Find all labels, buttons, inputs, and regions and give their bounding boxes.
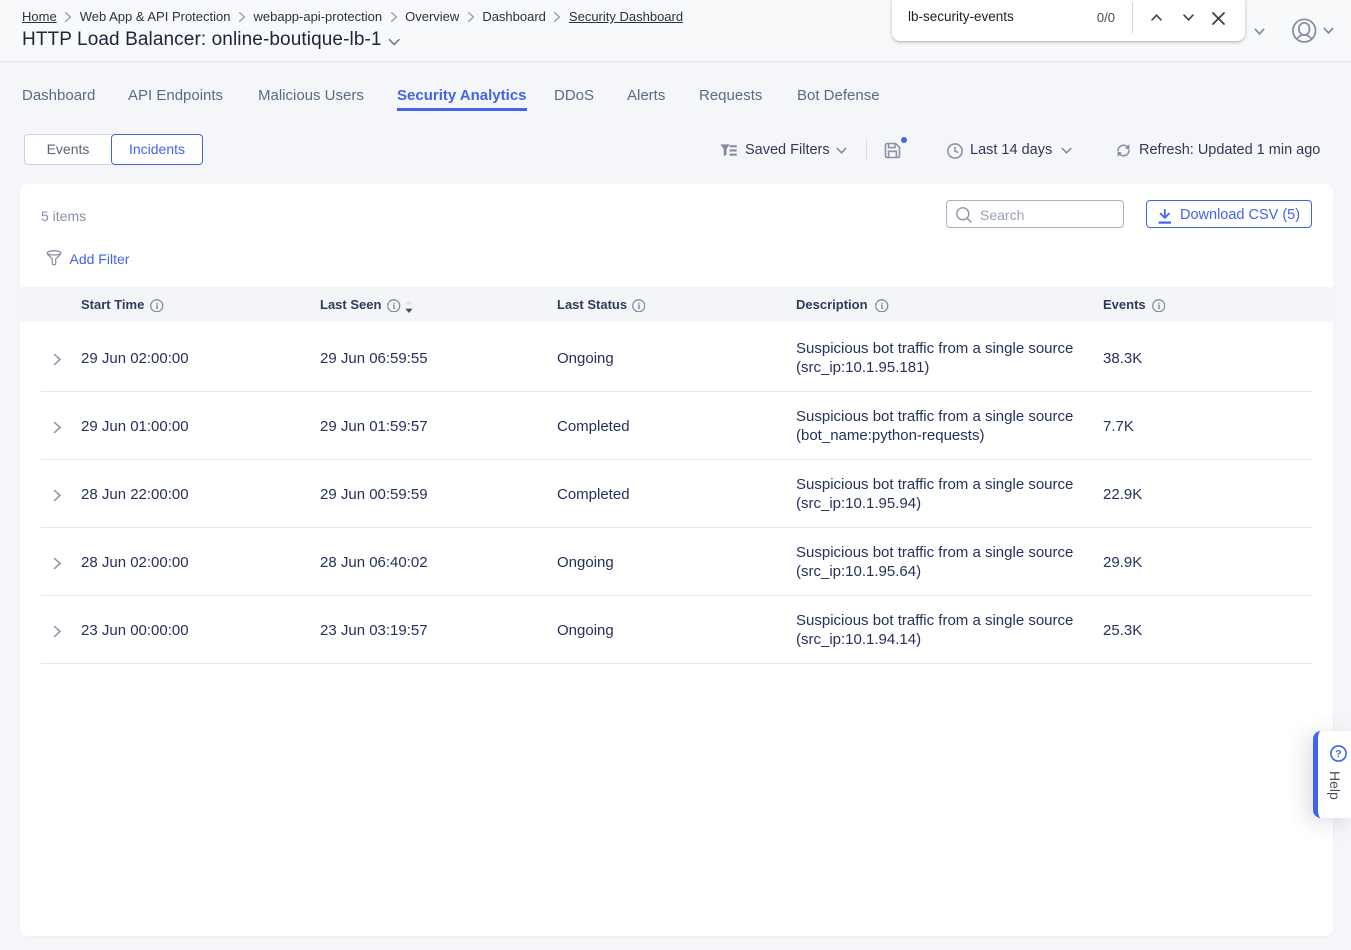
svg-text:i: i [881, 302, 884, 312]
svg-text:i: i [156, 302, 159, 312]
svg-text:i: i [1157, 302, 1160, 312]
svg-text:i: i [393, 302, 396, 312]
svg-text:?: ? [1335, 748, 1341, 760]
svg-text:i: i [637, 302, 640, 312]
